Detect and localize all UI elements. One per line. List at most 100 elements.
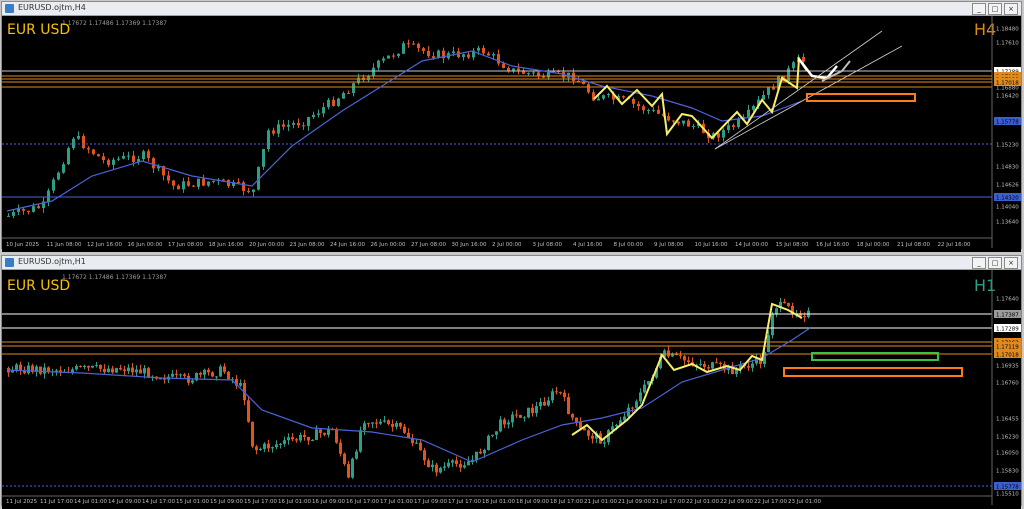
- candle-body: [352, 83, 355, 94]
- h4-title-bar[interactable]: EURUSD.ojtm,H4 _ □ ×: [2, 2, 1021, 16]
- candle-body: [632, 99, 635, 104]
- candle-body: [139, 369, 142, 374]
- price-tick-label: 1.13640: [996, 220, 1019, 226]
- candle-body: [475, 451, 478, 460]
- candle-body: [375, 422, 378, 424]
- time-tick-label: 18 Jun 16:00: [209, 242, 244, 248]
- candle-body: [652, 109, 655, 111]
- close-button[interactable]: ×: [1004, 257, 1018, 269]
- candle-body: [242, 182, 245, 191]
- time-tick-label: 22 Jul 01:00: [686, 499, 719, 505]
- candle-body: [239, 382, 242, 386]
- candle-body: [307, 117, 310, 126]
- candle-body: [207, 181, 210, 186]
- candle-body: [97, 154, 100, 157]
- candle-body: [395, 422, 398, 427]
- candle-body: [747, 366, 750, 368]
- candle-body: [312, 114, 315, 118]
- price-tick-label: 1.16455: [996, 417, 1019, 423]
- minimize-button[interactable]: _: [972, 257, 986, 269]
- maximize-button[interactable]: □: [988, 257, 1002, 269]
- candle-body: [77, 135, 80, 139]
- candle-body: [667, 350, 670, 357]
- chart-window-icon: [5, 258, 14, 267]
- candle-body: [183, 374, 186, 376]
- candle-body: [187, 181, 190, 186]
- candle-body: [579, 422, 582, 429]
- candle-body: [107, 368, 110, 373]
- demand-zone-box-orange: [783, 367, 963, 377]
- candle-body: [197, 178, 200, 187]
- price-tick-label: 1.16880: [996, 86, 1019, 92]
- candle-body: [783, 301, 786, 304]
- candle-body: [775, 308, 778, 314]
- candle-body: [403, 426, 406, 433]
- time-tick-label: 16 Jun 00:00: [128, 242, 163, 248]
- candle-body: [192, 185, 195, 187]
- candle-body: [342, 92, 345, 99]
- candle-body: [299, 434, 302, 441]
- candle-body: [452, 51, 455, 54]
- time-tick-label: 17 Jul 09:00: [414, 499, 447, 505]
- chart-window-icon: [5, 4, 14, 13]
- candle-body: [292, 123, 295, 125]
- candle-body: [502, 63, 505, 68]
- candle-body: [135, 369, 138, 373]
- candle-body: [191, 380, 194, 383]
- time-tick-label: 27 Jun 08:00: [411, 242, 446, 248]
- candle-body: [295, 439, 298, 441]
- maximize-button[interactable]: □: [988, 3, 1002, 15]
- candle-body: [315, 429, 318, 440]
- candle-body: [803, 316, 806, 318]
- close-button[interactable]: ×: [1004, 3, 1018, 15]
- candle-body: [531, 407, 534, 414]
- candle-body: [537, 72, 540, 76]
- candle-body: [283, 440, 286, 444]
- candle-body: [672, 120, 675, 122]
- candle-body: [103, 368, 106, 373]
- candle-body: [639, 392, 642, 402]
- price-tick-label: 1.17610: [996, 41, 1019, 47]
- candle-body: [171, 373, 174, 377]
- candle-body: [563, 392, 566, 398]
- h4-chart-canvas[interactable]: 1.17672 1.17486 1.17369 1.17387 EUR USD …: [2, 16, 1021, 248]
- h1-chart-window[interactable]: EURUSD.ojtm,H1 _ □ × 1.17672 1.17486 1.1…: [1, 255, 1022, 509]
- time-tick-label: 21 Jul 08:00: [897, 242, 930, 248]
- candle-body: [182, 181, 185, 190]
- candle-body: [687, 120, 690, 127]
- candle-body: [587, 430, 590, 436]
- candle-body: [271, 447, 274, 449]
- candle-body: [511, 414, 514, 423]
- candle-body: [527, 407, 530, 418]
- h1-plot-area[interactable]: 1.17672 1.17486 1.17369 1.17387 EUR USD …: [2, 270, 1021, 509]
- h4-chart-window[interactable]: EURUSD.ojtm,H4 _ □ × 1.17672 1.17486 1.1…: [1, 1, 1022, 252]
- symbol-label: EUR USD: [7, 278, 70, 294]
- candle-body: [382, 58, 385, 61]
- h1-chart-canvas[interactable]: 1.17672 1.17486 1.17369 1.17387 EUR USD …: [2, 270, 1021, 505]
- price-tick-label: 1.17018: [996, 353, 1019, 359]
- time-tick-label: 15 Jul 17:00: [244, 499, 277, 505]
- ohlc-readout: 1.17672 1.17486 1.17369 1.17387: [62, 20, 167, 27]
- candle-body: [615, 425, 618, 427]
- candle-body: [111, 368, 114, 373]
- candle-body: [222, 179, 225, 181]
- candle-body: [211, 372, 214, 377]
- projection-path: [798, 58, 838, 80]
- candle-body: [237, 182, 240, 184]
- candle-body: [27, 365, 30, 374]
- candle-body: [291, 437, 294, 440]
- time-tick-label: 30 Jun 16:00: [452, 242, 487, 248]
- candle-body: [427, 50, 430, 57]
- candle-body: [407, 43, 410, 45]
- candle-body: [123, 369, 126, 372]
- candle-body: [623, 416, 626, 421]
- candle-body: [703, 363, 706, 368]
- candle-body: [15, 364, 18, 370]
- candle-body: [259, 448, 262, 451]
- minimize-button[interactable]: _: [972, 3, 986, 15]
- h1-title-bar[interactable]: EURUSD.ojtm,H1 _ □ ×: [2, 256, 1021, 270]
- candle-body: [543, 402, 546, 406]
- h4-plot-area[interactable]: 1.17672 1.17486 1.17369 1.17387 EUR USD …: [2, 16, 1021, 252]
- candle-body: [772, 87, 775, 90]
- candle-body: [487, 435, 490, 450]
